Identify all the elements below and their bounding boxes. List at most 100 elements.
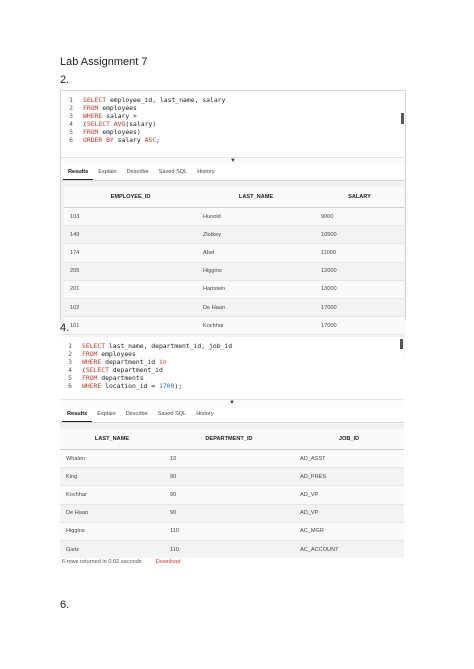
- sql-text: salary: [113, 136, 145, 145]
- table-cell: De Haan: [60, 503, 164, 523]
- table-cell: De Haan: [197, 297, 315, 317]
- tab-results[interactable]: Results: [62, 407, 93, 422]
- table-row: 102 De Haan 17000: [64, 297, 404, 317]
- column-header[interactable]: EMPLOYEE_ID: [64, 187, 197, 208]
- sql-text: department_id: [101, 358, 159, 367]
- chevron-down-icon: ▼: [230, 158, 236, 164]
- sql-keyword: SELECT: [83, 96, 107, 104]
- sql-editor-q4[interactable]: 1 SELECT last_name, department_id, job_id…: [60, 337, 404, 399]
- sql-keyword: WHERE: [82, 358, 102, 367]
- table-cell: 90: [164, 467, 294, 486]
- tab-saved-sql[interactable]: Saved SQL: [154, 165, 193, 180]
- sql-text: employees): [98, 128, 141, 137]
- table-cell: 10: [164, 448, 294, 468]
- line-number: 5: [68, 374, 72, 383]
- download-link[interactable]: Download: [156, 559, 181, 565]
- sql-panel-q4: 1 SELECT last_name, department_id, job_id…: [60, 337, 404, 565]
- table-cell: 11000: [315, 243, 404, 263]
- sql-text: location_id =: [101, 382, 159, 391]
- table-cell: 12000: [315, 261, 404, 281]
- table-cell: Whalen: [60, 448, 164, 468]
- editor-splitter[interactable]: ▼: [61, 157, 405, 165]
- table-cell: 205: [64, 261, 197, 281]
- line-number: 1: [69, 96, 73, 104]
- code-line: 1 SELECT last_name, department_id, job_id: [60, 342, 404, 350]
- table-cell: Kochhar: [60, 485, 164, 505]
- sql-keyword: FROM: [82, 350, 98, 359]
- column-header[interactable]: SALARY: [315, 187, 404, 208]
- line-number: 4: [68, 366, 72, 375]
- results-area-q2: EMPLOYEE_ID LAST_NAME SALARY 103 Hunold 9000 1…: [61, 181, 405, 357]
- document-title: Lab Assignment 7: [60, 56, 148, 68]
- line-number: 2: [69, 104, 73, 113]
- table-cell: 102: [64, 297, 197, 317]
- sql-keyword: SELECT: [82, 342, 106, 350]
- sql-text: last_name, department_id, job_id: [105, 342, 233, 350]
- tab-explain[interactable]: Explain: [93, 165, 121, 180]
- table-cell: Zlotkey: [197, 225, 315, 244]
- table-cell: Higgins: [60, 521, 164, 541]
- sql-editor-q2[interactable]: 1 SELECT employee_id, last_name, salary 2 F…: [61, 91, 405, 157]
- sql-text: employee_id, last_name, salary: [106, 96, 226, 104]
- table-cell: AD_ASST: [294, 448, 404, 468]
- table-cell: 13000: [315, 279, 404, 299]
- question-4-label: 4.: [60, 322, 70, 334]
- tab-saved-sql[interactable]: Saved SQL: [153, 407, 192, 422]
- code-line: 4 (SELECT AVG(salary): [61, 120, 405, 128]
- column-header[interactable]: JOB_ID: [294, 429, 404, 450]
- table-row: Kochhar 90 AD_VP: [60, 485, 404, 505]
- rows-returned-text: 6 rows returned in 0.02 seconds: [62, 559, 142, 566]
- column-header[interactable]: DEPARTMENT_ID: [164, 429, 294, 450]
- column-header[interactable]: LAST_NAME: [197, 187, 315, 208]
- sql-keyword: SELECT AVG: [86, 120, 126, 129]
- chevron-down-icon: ▼: [229, 400, 235, 406]
- editor-splitter[interactable]: ▼: [60, 399, 404, 407]
- tab-results[interactable]: Results: [63, 165, 94, 180]
- sql-keyword: FROM: [83, 104, 99, 113]
- tab-history[interactable]: History: [192, 165, 219, 180]
- table-cell: 201: [64, 279, 197, 299]
- table-row: 174 Abel 11000: [64, 243, 404, 263]
- table-row: Whalen 10 AD_ASST: [60, 448, 404, 468]
- sql-panel-q2: 1 SELECT employee_id, last_name, salary 2 F…: [60, 90, 406, 357]
- code-line: 1 SELECT employee_id, last_name, salary: [61, 96, 405, 104]
- code-line: 4 (SELECT department_id: [60, 366, 404, 374]
- sql-text: employees: [97, 350, 136, 359]
- table-cell: 17000: [315, 297, 404, 317]
- table-row: Gietz 110 AC_ACCOUNT: [60, 539, 404, 559]
- sql-keyword: ORDER BY: [83, 136, 114, 145]
- table-cell: 17000: [315, 316, 404, 335]
- code-line: 3 WHERE salary >: [61, 112, 405, 120]
- results-tabs-q2: Results Explain Describe Saved SQL History: [61, 165, 405, 181]
- sql-keyword: SELECT: [85, 366, 109, 375]
- code-line: 2 FROM employees: [60, 350, 404, 358]
- sql-keyword: WHERE: [83, 112, 103, 121]
- table-cell: 9000: [315, 206, 404, 226]
- table-cell: King: [60, 467, 164, 486]
- tab-explain[interactable]: Explain: [92, 407, 120, 422]
- table-cell: AD_PRES: [294, 467, 404, 486]
- sql-text: employees: [98, 104, 137, 113]
- sql-keyword: FROM: [82, 374, 98, 383]
- sql-keyword: WHERE: [82, 382, 102, 391]
- results-table-q2: EMPLOYEE_ID LAST_NAME SALARY 103 Hunold 9000 1…: [64, 187, 404, 353]
- tab-describe[interactable]: Describe: [122, 165, 154, 180]
- sql-text: 1700: [158, 382, 175, 391]
- tab-history[interactable]: History: [191, 407, 218, 422]
- code-line: 3 WHERE department_id in: [60, 358, 404, 366]
- line-number: 5: [69, 128, 73, 137]
- table-cell: AC_MGR: [294, 521, 404, 541]
- tab-describe[interactable]: Describe: [121, 407, 153, 422]
- table-cell: AD_VP: [294, 485, 404, 505]
- table-cell: 149: [64, 225, 197, 244]
- sql-text: ;: [156, 136, 160, 145]
- table-cell: AC_ACCOUNT: [294, 539, 404, 559]
- line-number: 1: [68, 342, 72, 350]
- question-6-label: 6.: [60, 599, 70, 611]
- column-header[interactable]: LAST_NAME: [60, 429, 164, 450]
- table-cell: 101: [64, 316, 197, 335]
- code-line: 6 WHERE location_id = 1700);: [60, 382, 404, 390]
- question-2-label: 2.: [60, 74, 70, 86]
- sql-keyword: in: [158, 358, 167, 367]
- table-row: King 90 AD_PRES: [60, 467, 404, 486]
